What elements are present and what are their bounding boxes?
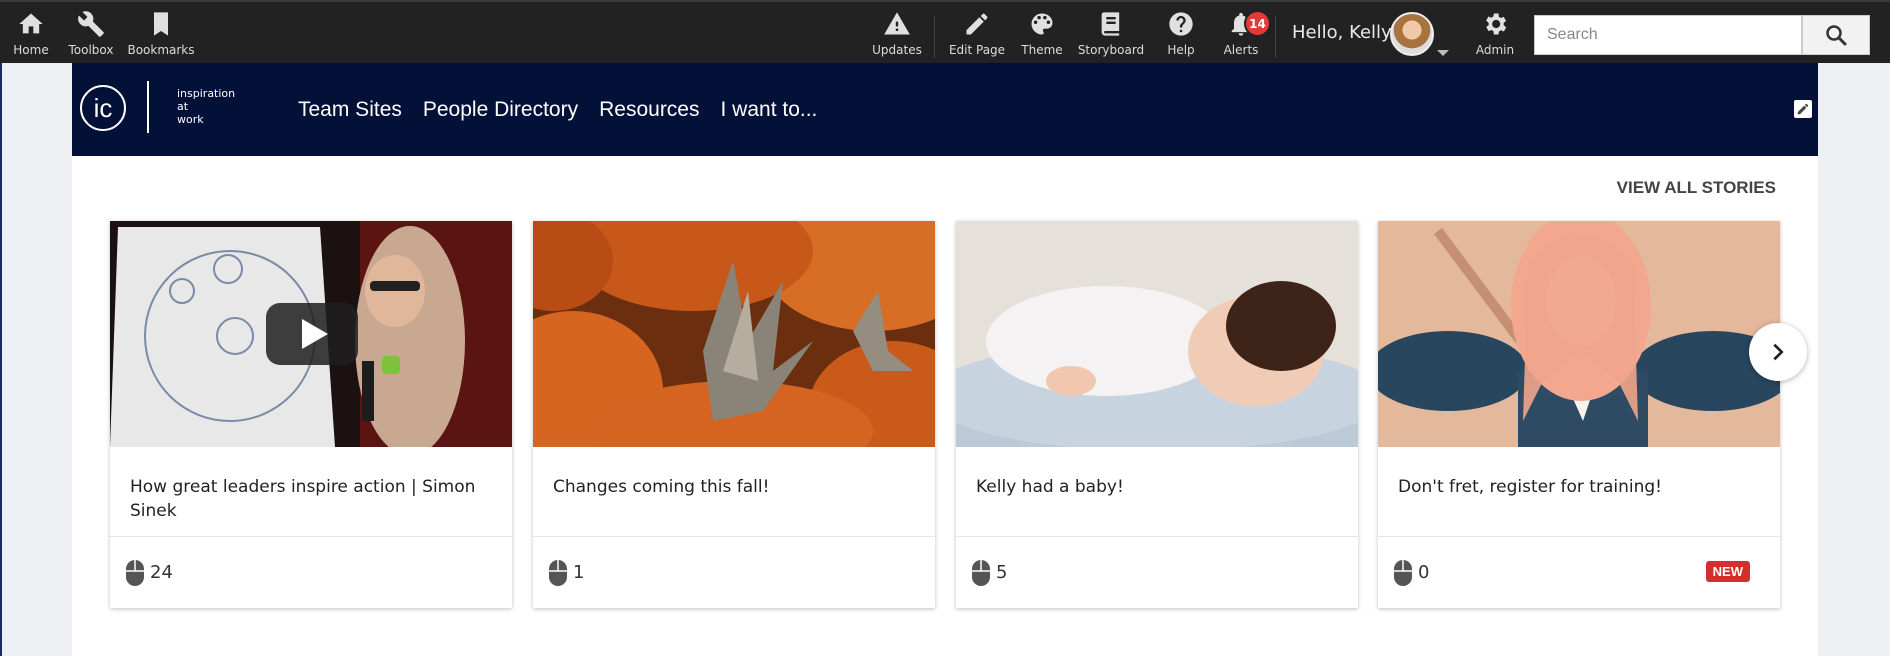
view-count: 24 — [150, 562, 173, 583]
toolbar-storyboard[interactable]: Storyboard — [1071, 10, 1151, 60]
home-icon — [19, 13, 43, 34]
toolbar-divider — [934, 16, 935, 58]
warning-icon — [884, 12, 910, 35]
toolbar-alerts[interactable]: Alerts 14 — [1201, 10, 1281, 60]
toolbar-label: Admin — [1475, 43, 1515, 57]
main-nav: Team Sites People Directory Resources I … — [298, 63, 838, 156]
toolbar-label: Toolbox — [68, 43, 114, 57]
help-icon — [1169, 12, 1193, 36]
nav-resources[interactable]: Resources — [599, 98, 699, 122]
toolbar-label: Home — [13, 43, 49, 57]
toolbar-label: Storyboard — [1077, 43, 1145, 57]
toolbar-admin[interactable]: Admin — [1455, 10, 1535, 60]
edit-header-icon[interactable] — [1794, 100, 1812, 118]
site-logo[interactable]: ic inspiration at work — [80, 81, 250, 137]
pencil-icon — [966, 13, 988, 35]
chevron-down-icon[interactable] — [1437, 50, 1449, 56]
user-avatar[interactable] — [1390, 12, 1434, 56]
story-title[interactable]: Changes coming this fall! — [553, 475, 913, 499]
story-title[interactable]: Don't fret, register for training! — [1398, 475, 1758, 499]
site-header: ic inspiration at work Team Sites People… — [72, 63, 1818, 156]
gear-icon — [1486, 13, 1507, 35]
toolbar-label: Edit Page — [948, 43, 1006, 57]
story-card[interactable]: Changes coming this fall! 1 — [533, 221, 935, 608]
mouse-icon — [972, 560, 990, 586]
logo-line: work — [177, 113, 204, 126]
palette-icon — [1031, 13, 1053, 35]
logo-tagline: inspiration at work — [177, 87, 247, 126]
story-footer: 1 — [533, 536, 935, 609]
book-icon — [1101, 12, 1120, 36]
alerts-count-badge: 14 — [1244, 10, 1271, 37]
logo-divider — [147, 81, 149, 133]
story-card[interactable]: Don't fret, register for training! 0 NEW — [1378, 221, 1780, 608]
user-greeting[interactable]: Hello, Kelly — [1292, 22, 1392, 43]
toolbar-updates[interactable]: Updates — [857, 10, 937, 60]
toolbar-label: Help — [1167, 43, 1195, 57]
logo-line: inspiration — [177, 87, 236, 100]
search-icon — [1826, 25, 1847, 46]
toolbar-label: Alerts — [1223, 43, 1259, 57]
toolbar-label: Updates — [872, 43, 922, 57]
view-count: 0 — [1418, 562, 1430, 583]
toolbar-bookmarks[interactable]: Bookmarks — [121, 10, 201, 60]
story-title[interactable]: How great leaders inspire action | Simon… — [130, 475, 490, 523]
new-badge: NEW — [1705, 561, 1750, 582]
view-count: 1 — [573, 562, 585, 583]
toolbar-label: Bookmarks — [127, 43, 195, 57]
story-title[interactable]: Kelly had a baby! — [976, 475, 1336, 499]
story-footer: 0 NEW — [1378, 536, 1780, 609]
nav-team-sites[interactable]: Team Sites — [298, 98, 402, 122]
story-image-sleeping-baby[interactable] — [956, 221, 1358, 447]
stories-panel: VIEW ALL STORIES How great leaders inspi… — [72, 156, 1818, 656]
window-left-edge — [0, 0, 2, 656]
story-image-pumpkins[interactable] — [533, 221, 935, 447]
bookmark-icon — [154, 12, 168, 36]
story-footer: 24 — [110, 536, 512, 609]
top-toolbar: Home Toolbox Bookmarks Updates Edit Page… — [0, 0, 1890, 63]
logo-mark: ic — [80, 85, 126, 131]
story-card[interactable]: How great leaders inspire action | Simon… — [110, 221, 512, 608]
view-all-stories-link[interactable]: VIEW ALL STORIES — [1617, 178, 1776, 198]
story-image-presenter-video[interactable] — [110, 221, 512, 447]
wrench-icon — [78, 11, 104, 37]
logo-line: at — [177, 100, 189, 113]
toolbar-toolbox[interactable]: Toolbox — [51, 10, 131, 60]
carousel-next-button[interactable] — [1749, 323, 1807, 381]
toolbar-theme[interactable]: Theme — [1002, 10, 1082, 60]
mouse-icon — [549, 560, 567, 586]
nav-people-directory[interactable]: People Directory — [423, 98, 578, 122]
toolbar-divider — [1275, 16, 1276, 58]
story-footer: 5 — [956, 536, 1358, 609]
chevron-right-icon — [1773, 343, 1784, 361]
search-input[interactable] — [1534, 15, 1802, 55]
view-count: 5 — [996, 562, 1008, 583]
story-image-woman-portrait[interactable] — [1378, 221, 1780, 447]
mouse-icon — [126, 560, 144, 586]
search-button[interactable] — [1802, 15, 1870, 55]
nav-i-want-to[interactable]: I want to... — [721, 98, 818, 122]
toolbar-label: Theme — [1021, 43, 1063, 57]
story-card[interactable]: Kelly had a baby! 5 — [956, 221, 1358, 608]
mouse-icon — [1394, 560, 1412, 586]
